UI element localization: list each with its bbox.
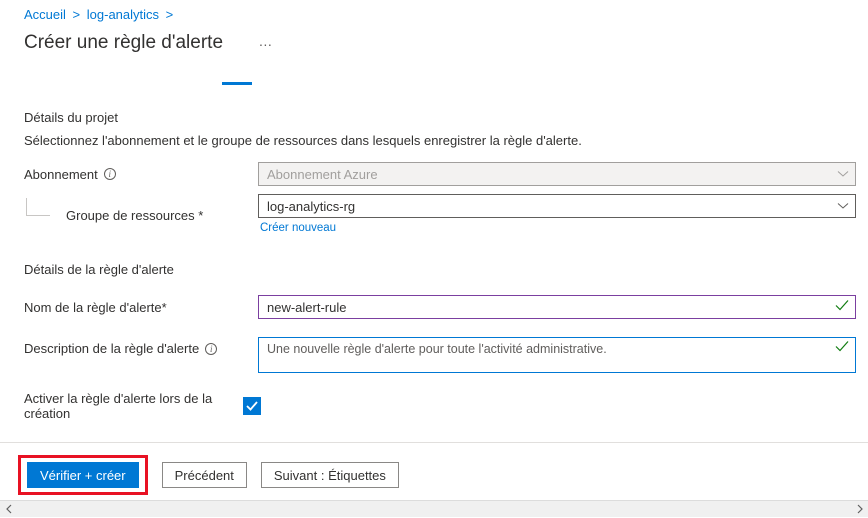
rule-name-input[interactable]: new-alert-rule <box>258 295 856 319</box>
info-icon[interactable]: i <box>104 168 116 180</box>
breadcrumb: Accueil > log-analytics > <box>0 0 868 22</box>
rule-details-heading: Détails de la règle d'alerte <box>24 262 856 277</box>
next-button[interactable]: Suivant : Étiquettes <box>261 462 399 488</box>
breadcrumb-home[interactable]: Accueil <box>24 7 66 22</box>
highlight-ring: Vérifier + créer <box>18 455 148 495</box>
resource-group-select[interactable]: log-analytics-rg <box>258 194 856 218</box>
chevron-down-icon <box>837 202 849 210</box>
rule-name-label: Nom de la règle d'alerte* <box>24 300 258 315</box>
breadcrumb-log-analytics[interactable]: log-analytics <box>87 7 159 22</box>
footer-actions: Vérifier + créer Précédent Suivant : Éti… <box>0 442 868 495</box>
project-details-desc: Sélectionnez l'abonnement et le groupe d… <box>24 133 856 148</box>
check-icon <box>835 300 849 315</box>
chevron-right-icon: > <box>166 7 174 22</box>
rule-desc-input[interactable]: Une nouvelle règle d'alerte pour toute l… <box>258 337 856 373</box>
scroll-left-icon[interactable] <box>0 501 17 518</box>
page-title: Créer une règle d'alerte … <box>0 22 868 54</box>
subscription-select[interactable]: Abonnement Azure <box>258 162 856 186</box>
subscription-label: Abonnement i <box>24 167 258 182</box>
more-icon[interactable]: … <box>258 33 274 49</box>
chevron-right-icon: > <box>73 7 81 22</box>
verify-create-button[interactable]: Vérifier + créer <box>27 462 139 488</box>
tab-indicator <box>222 82 252 85</box>
info-icon[interactable]: i <box>205 343 217 355</box>
enable-rule-checkbox[interactable] <box>243 397 261 415</box>
horizontal-scrollbar[interactable] <box>0 500 868 517</box>
check-icon <box>835 341 849 356</box>
previous-button[interactable]: Précédent <box>162 462 247 488</box>
rule-desc-label: Description de la règle d'alerte i <box>24 337 258 356</box>
scroll-right-icon[interactable] <box>851 501 868 518</box>
resource-group-label: Groupe de ressources * <box>24 206 258 223</box>
chevron-down-icon <box>837 170 849 178</box>
enable-rule-label: Activer la règle d'alerte lors de la cré… <box>24 391 258 421</box>
project-details-heading: Détails du projet <box>24 110 856 125</box>
create-new-link[interactable]: Créer nouveau <box>260 222 336 234</box>
